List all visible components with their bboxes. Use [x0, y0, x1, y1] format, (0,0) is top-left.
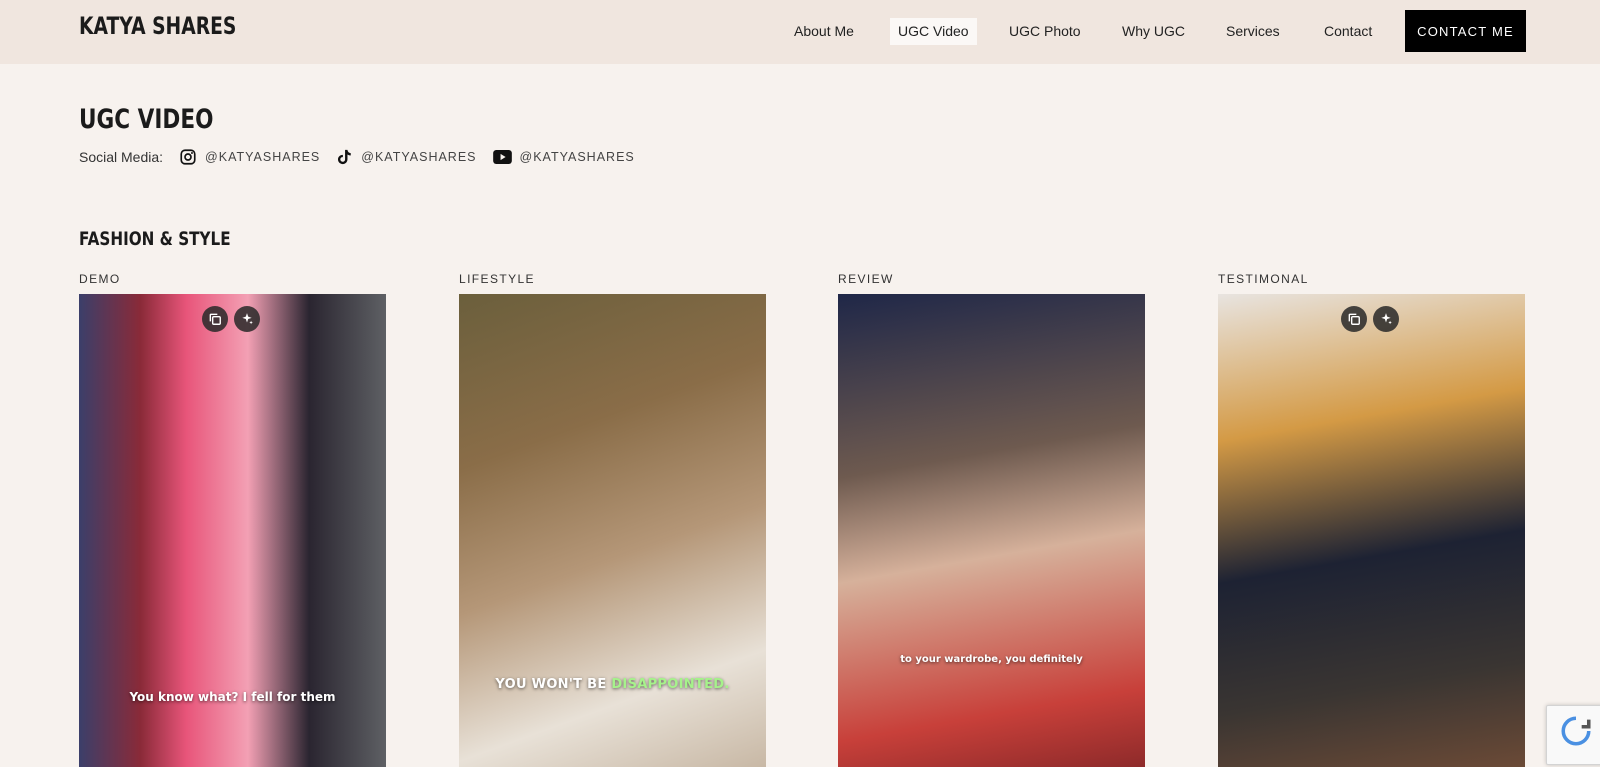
caption-text: YOU WON'T BE — [495, 677, 612, 692]
copy-icon[interactable] — [202, 306, 228, 332]
youtube-handle: @KATYASHARES — [519, 150, 635, 164]
video-card-review[interactable]: to your wardrobe, you definitely — [838, 294, 1145, 767]
copy-icon[interactable] — [1341, 306, 1367, 332]
site-header: KATYA SHARES About Me UGC Video UGC Phot… — [0, 0, 1600, 64]
nav-about-me[interactable]: About Me — [786, 18, 862, 45]
video-caption: YOU WON'T BE DISAPPOINTED. — [459, 677, 766, 692]
sparkle-icon[interactable] — [1373, 306, 1399, 332]
card-icons — [1341, 306, 1399, 332]
instagram-icon — [180, 149, 196, 165]
nav-ugc-photo[interactable]: UGC Photo — [1001, 18, 1089, 45]
social-link-youtube[interactable]: @KATYASHARES — [492, 150, 635, 164]
tiktok-handle: @KATYASHARES — [361, 150, 477, 164]
video-card-lifestyle[interactable]: YOU WON'T BE DISAPPOINTED. — [459, 294, 766, 767]
sparkle-icon[interactable] — [234, 306, 260, 332]
card-icons — [202, 306, 260, 332]
instagram-handle: @KATYASHARES — [205, 150, 321, 164]
nav-ugc-video[interactable]: UGC Video — [890, 18, 977, 45]
card-label-review: REVIEW — [838, 272, 894, 286]
social-link-instagram[interactable]: @KATYASHARES — [179, 148, 320, 166]
site-logo[interactable]: KATYA SHARES — [79, 12, 236, 40]
contact-me-button[interactable]: CONTACT ME — [1405, 10, 1526, 52]
youtube-icon — [492, 150, 512, 164]
tiktok-icon — [338, 149, 352, 165]
recaptcha-icon — [1561, 716, 1591, 746]
social-link-tiktok[interactable]: @KATYASHARES — [336, 148, 476, 166]
nav-services[interactable]: Services — [1218, 18, 1288, 45]
card-label-testimonal: TESTIMONAL — [1218, 272, 1309, 286]
social-media-row: Social Media: @KATYASHARES @KATYASHARES … — [79, 147, 651, 167]
section-title: FASHION & STYLE — [79, 228, 231, 250]
video-caption: You know what? I fell for them — [129, 690, 336, 704]
card-label-demo: DEMO — [79, 272, 121, 286]
video-card-demo[interactable]: You know what? I fell for them — [79, 294, 386, 767]
social-media-label: Social Media: — [79, 149, 164, 165]
video-card-testimonal[interactable] — [1218, 294, 1525, 767]
video-caption: to your wardrobe, you definitely — [900, 654, 1083, 665]
page-title: UGC VIDEO — [79, 104, 214, 135]
caption-highlight: DISAPPOINTED. — [611, 677, 730, 692]
card-label-lifestyle: LIFESTYLE — [459, 272, 535, 286]
nav-why-ugc[interactable]: Why UGC — [1114, 18, 1193, 45]
nav-contact[interactable]: Contact — [1316, 18, 1380, 45]
recaptcha-badge[interactable] — [1546, 705, 1600, 765]
